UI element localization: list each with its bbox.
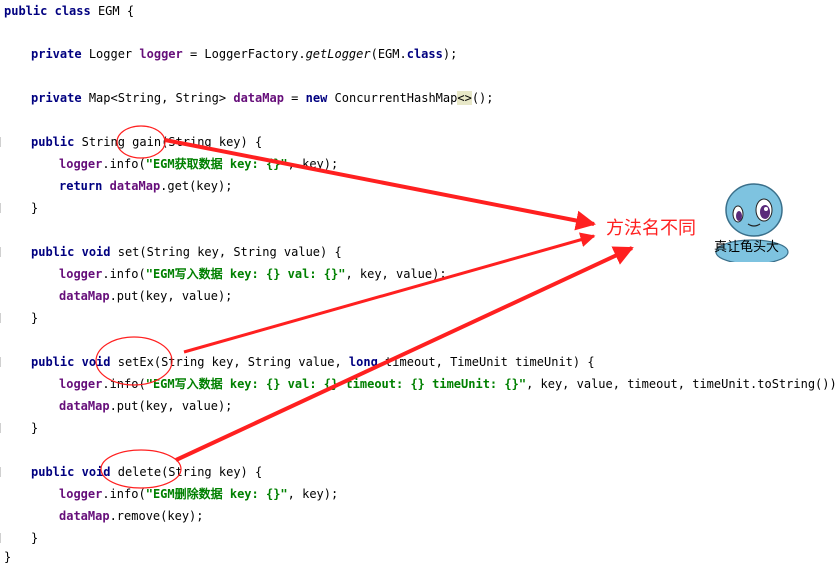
keyword: public (31, 135, 75, 149)
code-text: .info( (102, 487, 146, 501)
fold-marker[interactable] (0, 423, 5, 433)
keyword: void (81, 355, 111, 369)
keyword: private (31, 47, 82, 61)
code-text: = LoggerFactory. (182, 47, 306, 61)
code-line-gain-log[interactable]: logger.info("EGM获取数据 key: {}", key); (59, 153, 338, 175)
field-name: dataMap (59, 399, 110, 413)
code-text: .info( (102, 157, 146, 171)
field-name: logger (59, 487, 103, 501)
string-literal: "EGM写入数据 key: {} val: {} timeout: {} tim… (145, 377, 527, 391)
code-line-class-decl[interactable]: public class EGM { (4, 0, 134, 22)
code-line-class-close[interactable]: } (4, 546, 11, 568)
code-line-datamap-field[interactable]: private Map<String, String> dataMap = ne… (31, 87, 494, 109)
code-text: , key); (287, 487, 339, 501)
code-text: , key, value); (345, 267, 447, 281)
code-text: .info( (102, 377, 146, 391)
code-text: , key); (287, 157, 339, 171)
fold-marker[interactable] (0, 203, 5, 213)
code-line-logger-field[interactable]: private Logger logger = LoggerFactory.ge… (31, 43, 457, 65)
field-name: logger (59, 157, 103, 171)
code-line-close-brace[interactable]: } (31, 307, 38, 329)
field-name: logger (59, 267, 103, 281)
code-text: } (31, 421, 39, 435)
keyword: void (81, 245, 111, 259)
code-line-delete-remove[interactable]: dataMap.remove(key); (59, 505, 204, 527)
fold-marker[interactable] (0, 247, 5, 257)
code-text: .get(key); (160, 179, 233, 193)
code-text: } (31, 311, 39, 325)
class-name: EGM { (97, 4, 135, 18)
code-line-close-brace[interactable]: } (31, 527, 38, 549)
string-literal: "EGM删除数据 key: {}" (145, 487, 288, 501)
field-name: logger (139, 47, 183, 61)
code-line-gain-signature[interactable]: public String gain(String key) { (31, 131, 262, 153)
method-signature: timeout, TimeUnit timeUnit) { (377, 355, 595, 369)
fold-marker[interactable] (0, 137, 5, 147)
code-text: = (283, 91, 306, 105)
code-text: } (31, 531, 39, 545)
keyword: class (54, 4, 91, 18)
type-name: Logger (88, 47, 140, 61)
code-text: } (31, 201, 39, 215)
method-signature: String gain(String key) { (81, 135, 263, 149)
fold-marker[interactable] (0, 467, 5, 477)
diamond-operator: <> (457, 91, 472, 105)
keyword: void (81, 465, 111, 479)
method-signature: setEx(String key, String value, (117, 355, 349, 369)
fold-marker[interactable] (0, 533, 5, 543)
code-line-close-brace[interactable]: } (31, 417, 38, 439)
code-text: (); (471, 91, 494, 105)
code-text: , key, value, timeout, timeUnit.toString… (526, 377, 838, 391)
code-editor: public class EGM { private Logger logger… (0, 0, 838, 568)
field-name: logger (59, 377, 103, 391)
code-line-set-signature[interactable]: public void set(String key, String value… (31, 241, 342, 263)
code-line-setex-log[interactable]: logger.info("EGM写入数据 key: {} val: {} tim… (59, 373, 838, 395)
keyword: new (305, 91, 328, 105)
keyword: return (59, 179, 103, 193)
code-text: .put(key, value); (109, 399, 233, 413)
callout-text: 方法名不同 (606, 218, 696, 239)
code-text: > (218, 91, 227, 105)
type-name: Map (88, 91, 111, 105)
code-line-delete-signature[interactable]: public void delete(String key) { (31, 461, 262, 483)
code-line-setex-put[interactable]: dataMap.put(key, value); (59, 395, 232, 417)
string-literal: "EGM获取数据 key: {}" (145, 157, 288, 171)
code-text: String, String (117, 91, 219, 105)
code-text: .remove(key); (109, 509, 204, 523)
code-line-set-put[interactable]: dataMap.put(key, value); (59, 285, 232, 307)
sticker-caption: 真让龟头大 (714, 240, 780, 255)
code-line-close-brace[interactable]: } (31, 197, 38, 219)
code-text: < (110, 91, 118, 105)
method-call: getLogger (305, 47, 371, 61)
keyword: private (31, 91, 82, 105)
code-line-gain-return[interactable]: return dataMap.get(key); (59, 175, 232, 197)
code-text: (EGM. (370, 47, 407, 61)
string-literal: "EGM写入数据 key: {} val: {}" (145, 267, 346, 281)
code-line-setex-signature[interactable]: public void setEx(String key, String val… (31, 351, 595, 373)
code-text: ); (442, 47, 458, 61)
fold-marker[interactable] (0, 313, 5, 323)
fold-marker[interactable] (0, 357, 5, 367)
method-signature: set(String key, String value) { (117, 245, 342, 259)
code-text: ConcurrentHashMap (327, 91, 458, 105)
code-line-delete-log[interactable]: logger.info("EGM删除数据 key: {}", key); (59, 483, 338, 505)
field-name: dataMap (109, 179, 161, 193)
field-name: dataMap (233, 91, 284, 105)
keyword: public (31, 465, 75, 479)
keyword: long (348, 355, 378, 369)
field-name: dataMap (59, 509, 110, 523)
keyword: public (31, 355, 75, 369)
keyword: public (31, 245, 75, 259)
field-name: dataMap (59, 289, 110, 303)
code-line-set-log[interactable]: logger.info("EGM写入数据 key: {} val: {}", k… (59, 263, 447, 285)
code-text: .put(key, value); (109, 289, 233, 303)
keyword: public (4, 4, 48, 18)
code-text: .info( (102, 267, 146, 281)
keyword: class (406, 47, 443, 61)
code-text: } (4, 550, 12, 564)
method-signature: delete(String key) { (117, 465, 263, 479)
